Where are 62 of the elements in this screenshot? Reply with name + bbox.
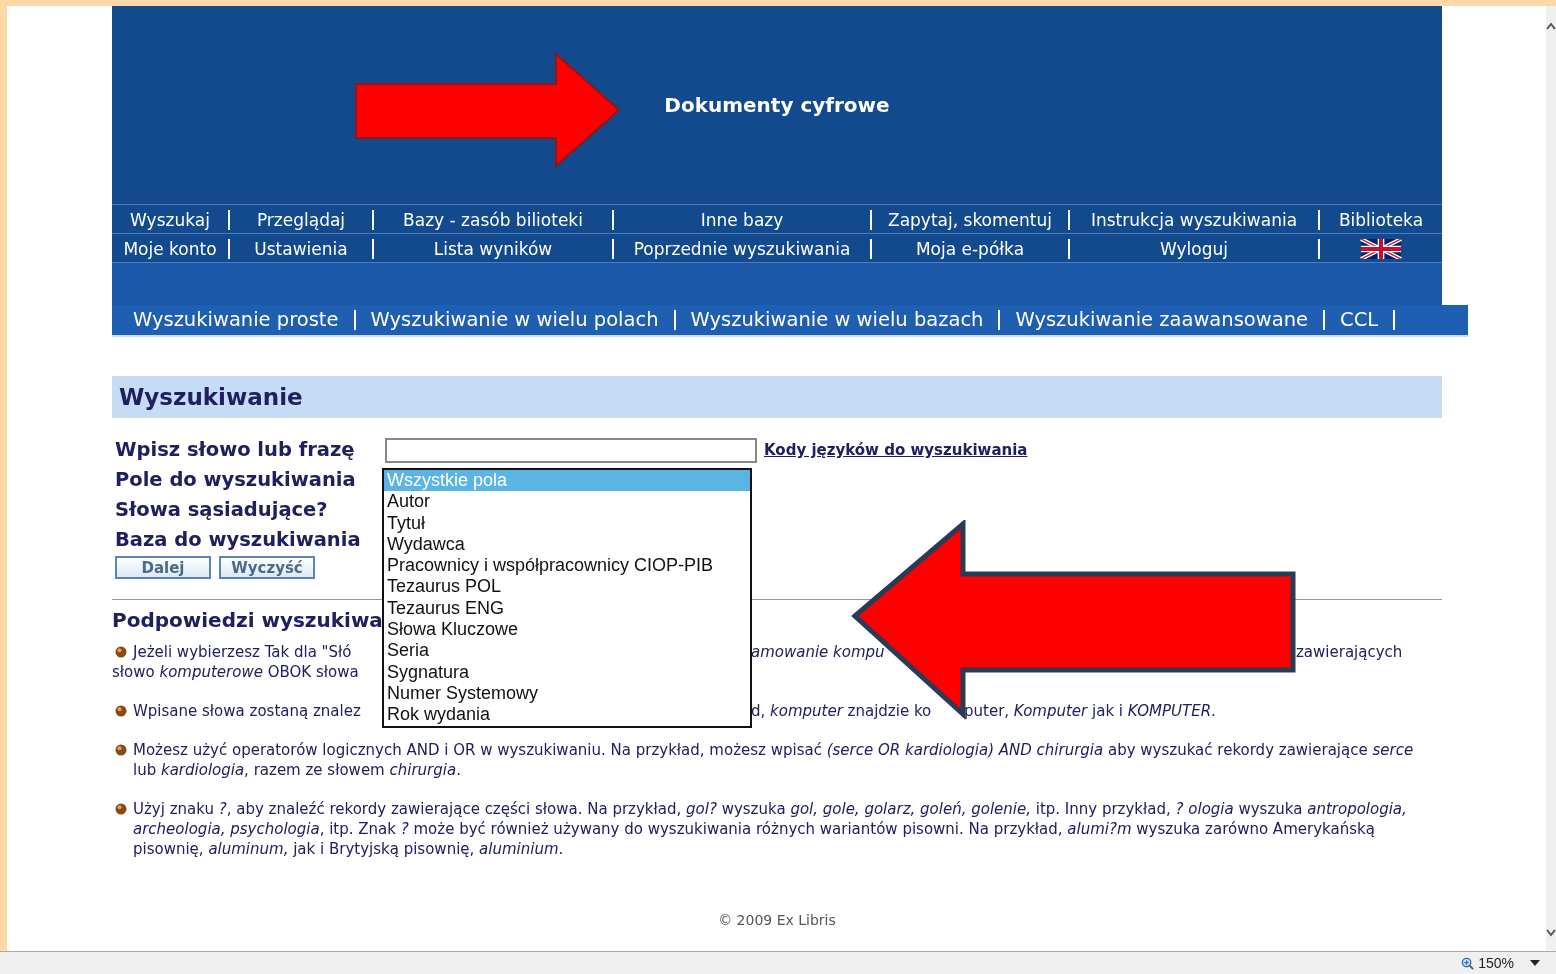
scrollbar[interactable] bbox=[1546, 6, 1556, 951]
nav-link[interactable]: Inne bazy bbox=[612, 210, 870, 230]
nav-link[interactable]: Poprzednie wyszukiwania bbox=[612, 239, 870, 259]
bullet-icon bbox=[115, 705, 127, 717]
dropdown-option[interactable]: Tezaurus POL bbox=[384, 576, 750, 598]
section-title: Wyszukiwanie bbox=[119, 384, 303, 410]
nav-link[interactable]: Wyloguj bbox=[1068, 239, 1318, 259]
field-label: Słowa sąsiadujące? bbox=[115, 497, 329, 523]
hints-heading: Podpowiedzi wyszukiwa bbox=[112, 607, 383, 634]
caret-icon[interactable] bbox=[1530, 960, 1540, 966]
field-label: Pole do wyszukiwania bbox=[115, 467, 357, 493]
copyright-text: © 2009 Ex Libris bbox=[718, 912, 836, 928]
dropdown-option[interactable]: Seria bbox=[384, 640, 750, 662]
nav-link[interactable]: Wyszukaj bbox=[112, 210, 228, 230]
bullet-icon bbox=[115, 803, 127, 815]
nav-link[interactable]: Moja e-półka bbox=[870, 239, 1068, 259]
nav-link[interactable]: Lista wyników bbox=[372, 239, 612, 259]
nav-link[interactable]: Moje konto bbox=[112, 239, 228, 259]
search-tab[interactable]: CCL bbox=[1325, 310, 1396, 330]
search-input-field[interactable] bbox=[385, 437, 757, 463]
dropdown-option[interactable]: Tezaurus ENG bbox=[384, 597, 750, 620]
zoom-icon[interactable] bbox=[1461, 956, 1475, 970]
hint-text: d, komputer znajdzie ko bbox=[751, 702, 932, 720]
field-dropdown-list[interactable]: Wszystkie pola Autor Tytuł Wydawca Pracownicy i współpracownicy CIOP-PIB Tezaurus POL Tezaurus ENG Słowa Kluczowe Seria Sygnatura Numer Systemowy Rok wydania bbox=[382, 468, 752, 728]
dropdown-option[interactable]: Wydawca bbox=[384, 533, 750, 556]
hint-text: słowo komputerowe OBOK słowa bbox=[112, 663, 359, 681]
nav-link[interactable]: Biblioteka bbox=[1318, 210, 1442, 230]
bullet-icon bbox=[115, 744, 127, 756]
field-label: Wpisz słowo lub frazę bbox=[115, 437, 356, 463]
dropdown-option[interactable]: Słowa Kluczowe bbox=[384, 619, 750, 641]
hint-text: Jeżeli wybierzesz Tak dla "Słó bbox=[133, 643, 352, 661]
nav-link[interactable]: Instrukcja wyszukiwania bbox=[1068, 210, 1318, 230]
hint-text: Możesz użyć operatorów logicznych AND i OR w wyszukiwaniu. Na przykład, możesz wpisać (serce OR kardiologia) AND chirurgia aby wyszukać rekordy zawierające serce lub kardiologia, razem ze słowem chirurgia. bbox=[133, 740, 1415, 780]
hint-text: puter, Komputer jak i KOMPUTER. bbox=[964, 702, 1216, 720]
dropdown-option[interactable]: Sygnatura bbox=[384, 661, 750, 683]
scroll-up-icon[interactable] bbox=[1546, 22, 1556, 30]
bullet-icon bbox=[115, 646, 127, 658]
hint-text: Wpisane słowa zostaną znalez bbox=[133, 702, 361, 720]
form-button[interactable]: Dalej bbox=[115, 556, 211, 579]
form-button[interactable]: Wyczyść bbox=[219, 556, 315, 579]
hint-text: amowanie kompu bbox=[751, 643, 885, 661]
language-codes-link[interactable]: Kody języków do wyszukiwania bbox=[764, 441, 1028, 459]
search-tab[interactable]: Wyszukiwanie proste bbox=[118, 310, 356, 330]
uk-flag-icon[interactable] bbox=[1360, 239, 1402, 259]
zoom-level[interactable]: 150% bbox=[1478, 955, 1514, 971]
dropdown-option[interactable]: Pracownicy i współpracownicy CIOP-PIB bbox=[384, 555, 750, 577]
nav-link[interactable]: Zapytaj, skomentuj bbox=[870, 210, 1068, 230]
nav-link[interactable]: Przeglądaj bbox=[228, 210, 372, 230]
dropdown-option[interactable]: Autor bbox=[384, 491, 750, 513]
nav-link[interactable]: Bazy - zasób bilioteki bbox=[372, 210, 612, 230]
hint-text: zawierających bbox=[1296, 643, 1403, 661]
hint-text: Użyj znaku ?, aby znaleźć rekordy zawierające części słowa. Na przykład, gol? wyszuka gol, gole, golarz, goleń, golenie, itp. Inny przykład, ? ologia wyszuka antropologia, archeologia, psychologia, itp. Znak ? może być również używany do wyszukiwania różnych wariantów pisowni. Na przykład, alumi?m wyszuka zarówno Amerykańską pisownię, aluminum, jak i Brytyjską pisownię, aluminium. bbox=[133, 799, 1408, 859]
field-label: Baza do wyszukiwania bbox=[115, 527, 362, 553]
dropdown-option[interactable]: Rok wydania bbox=[384, 704, 750, 726]
scroll-down-icon[interactable] bbox=[1546, 929, 1556, 937]
dropdown-option[interactable]: Tytuł bbox=[384, 512, 750, 534]
nav-link[interactable]: Ustawienia bbox=[228, 239, 372, 259]
dropdown-option[interactable]: Numer Systemowy bbox=[384, 682, 750, 705]
search-tab[interactable]: Wyszukiwanie zaawansowane bbox=[1000, 310, 1326, 330]
search-tab[interactable]: Wyszukiwanie w wielu bazach bbox=[675, 310, 1001, 330]
search-tab[interactable]: Wyszukiwanie w wielu polach bbox=[355, 310, 676, 330]
site-title: Dokumenty cyfrowe bbox=[664, 93, 890, 117]
